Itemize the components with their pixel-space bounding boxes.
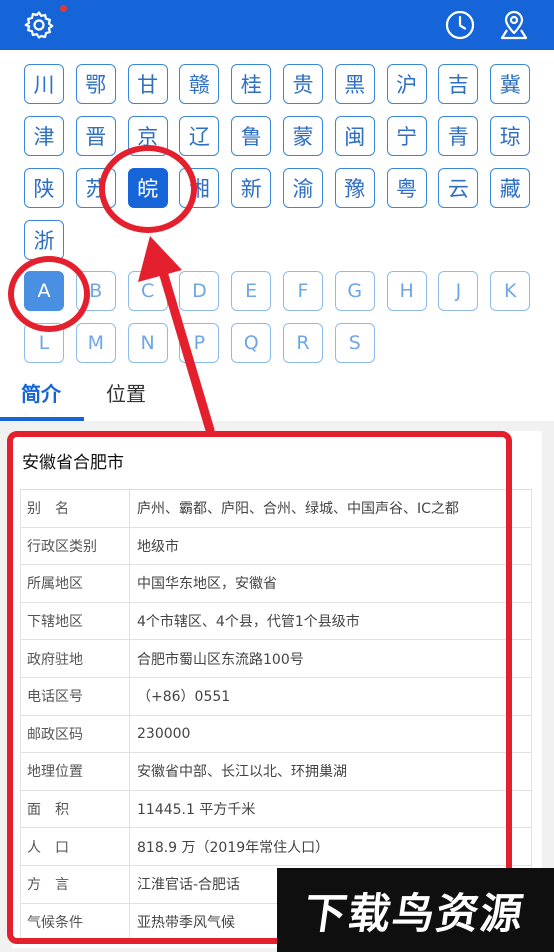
watermark-text: 下载鸟资源 (301, 888, 529, 938)
annotation-arrow (138, 236, 215, 435)
watermark-logo: 下载鸟资源 (277, 868, 554, 952)
